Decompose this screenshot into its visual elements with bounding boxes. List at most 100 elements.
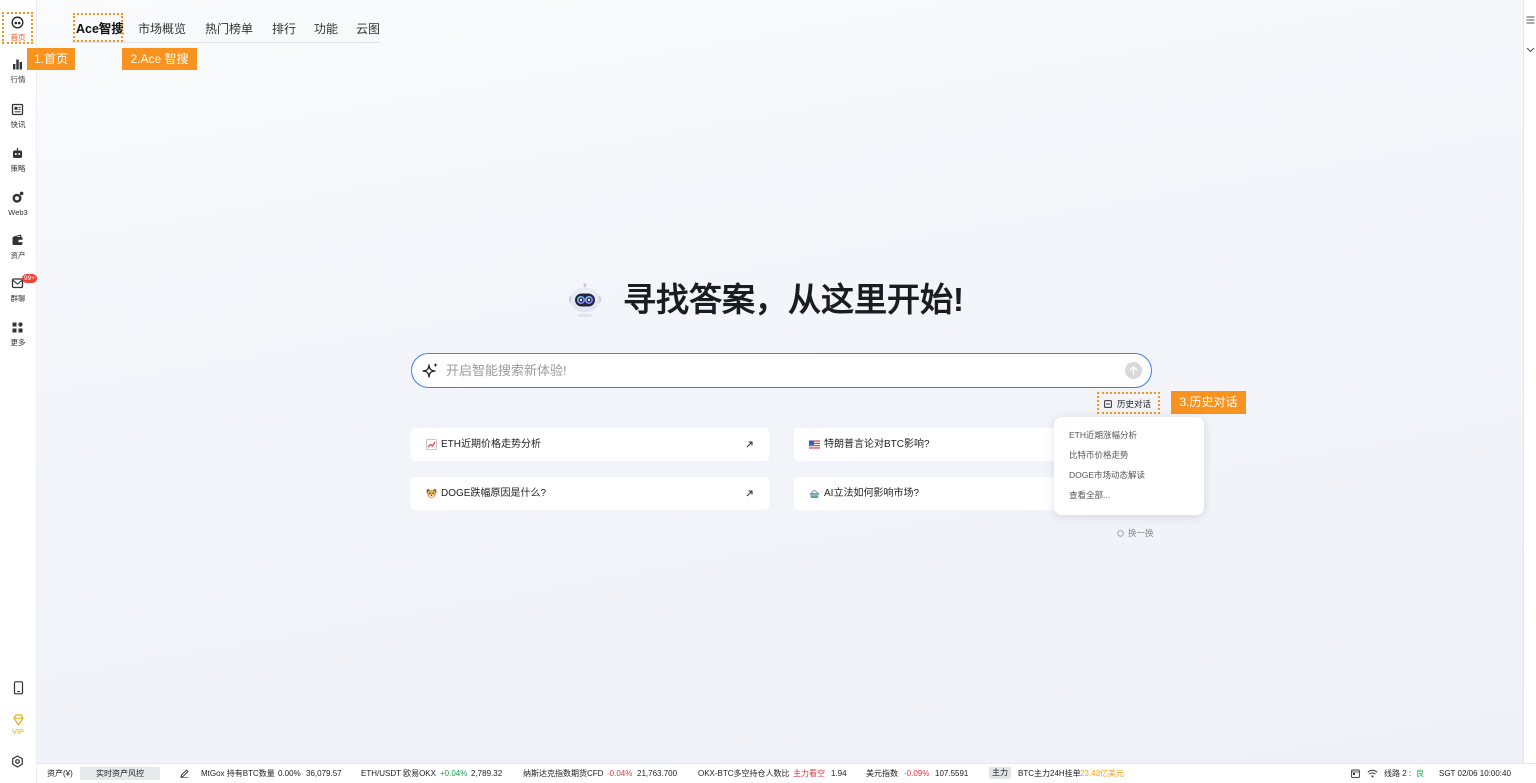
ticker-change: -0.09% [904, 769, 930, 778]
web3-icon [12, 191, 24, 203]
edit-pencil-icon[interactable] [180, 769, 189, 778]
vip-button[interactable]: VIP [0, 713, 36, 738]
history-view-all[interactable]: 查看全部... [1054, 485, 1204, 505]
ticker-value: 36,079.57 [306, 769, 342, 778]
ticker-name[interactable]: 纳斯达克指数期货CFD [523, 764, 603, 783]
search-input[interactable] [446, 354, 1116, 387]
tab-cloud-map[interactable]: 云图 [356, 21, 380, 37]
suggestion-card[interactable]: DOGE跌幅原因是什么? [411, 477, 769, 510]
calendar-icon[interactable] [1351, 769, 1360, 778]
sidebar-item-group-chat[interactable]: 99+ 群聊 [0, 274, 38, 309]
vip-label: VIP [11, 727, 25, 736]
history-item[interactable]: 比特币价格走势 [1054, 445, 1204, 465]
history-icon [1104, 400, 1112, 408]
sidebar-item-label: 资产 [10, 251, 26, 260]
settings-gear-icon [12, 755, 23, 768]
risk-control-button[interactable]: 实时资产风控 [80, 767, 160, 780]
vip-diamond-icon [13, 714, 24, 726]
history-item[interactable]: DOGE市场动态解读 [1054, 465, 1204, 485]
ticker-change: 主力看空 [793, 769, 825, 778]
main-force-badge: 主力 [989, 767, 1011, 779]
sidebar-item-news[interactable]: 快讯 [0, 101, 36, 135]
sidebar: 首页 行情 快讯 策略 Web3 资产 99+ 群聊 更多 VIP [0, 0, 38, 783]
ticker-change: +0.04% [440, 769, 468, 778]
suggestion-text: 特朗普言论对BTC影响? [824, 439, 930, 450]
main-force-label[interactable]: BTC主力24H挂单 [1018, 764, 1081, 783]
right-edge-strip [1523, 0, 1536, 763]
menu-icon[interactable] [1526, 16, 1535, 24]
tabs-divider [72, 42, 380, 43]
chevron-down-icon[interactable] [1526, 47, 1535, 53]
sidebar-item-label: Web3 [8, 208, 28, 217]
hero-title: 寻找答案，从这里开始! [623, 281, 964, 318]
history-button-label: 历史对话 [1117, 399, 1152, 409]
arrow-up-right-icon [746, 441, 753, 448]
sidebar-item-label: 首页 [10, 33, 26, 42]
tab-features[interactable]: 功能 [314, 21, 338, 37]
line-label[interactable]: 线路 2 : [1384, 764, 1411, 783]
tab-ranking[interactable]: 排行 [272, 21, 296, 37]
clock: SGT 02/06 10:00:40 [1439, 769, 1511, 778]
ticker-value: 21,763.700 [637, 769, 678, 778]
news-icon [11, 103, 24, 116]
sidebar-item-more[interactable]: 更多 [0, 319, 36, 353]
basket-icon [809, 490, 820, 498]
assets-label[interactable]: 资产(¥) [47, 764, 73, 783]
arrow-up-right-icon [746, 490, 753, 497]
main-force-value: 23.43亿美元 [1080, 769, 1125, 778]
sparkle-icon [422, 362, 438, 378]
sidebar-item-label: 快讯 [10, 120, 26, 129]
refresh-label: 换一换 [1128, 528, 1154, 538]
sidebar-item-label: 更多 [10, 338, 26, 347]
sidebar-item-strategy[interactable]: 策略 [0, 145, 36, 179]
line-quality: 良 [1416, 769, 1424, 778]
ticker-change: -0.04% [607, 769, 633, 778]
suggestion-text: AI立法如何影响市场? [824, 488, 920, 499]
phone-icon [13, 681, 24, 695]
sidebar-item-label: 行情 [10, 75, 26, 84]
ticker-value: 2,789.32 [471, 769, 503, 778]
search-box[interactable] [411, 353, 1152, 388]
annotation-ace-search: 2.Ace 智搜 [122, 48, 197, 70]
grid-icon [12, 322, 23, 333]
wallet-icon [12, 234, 23, 245]
search-submit-button[interactable] [1125, 362, 1142, 379]
robot-icon [13, 148, 22, 158]
us-flag-icon [809, 440, 820, 449]
sidebar-item-home[interactable]: 首页 [0, 14, 36, 48]
ticker-value: 1.94 [831, 769, 847, 778]
sidebar-item-assets[interactable]: 资产 [0, 232, 36, 266]
history-popup: ETH近期涨幅分析 比特币价格走势 DOGE市场动态解读 查看全部... [1054, 417, 1204, 515]
settings-button[interactable] [0, 755, 36, 768]
refresh-suggestions-button[interactable]: 换一换 [1117, 527, 1154, 539]
annotation-history: 3.历史对话 [1171, 391, 1246, 414]
sidebar-item-web3[interactable]: Web3 [0, 189, 36, 223]
tab-hot-lists[interactable]: 热门榜单 [205, 21, 253, 37]
dog-face-icon [426, 488, 437, 499]
suggestion-text: ETH近期价格走势分析 [441, 439, 541, 450]
bar-chart-icon [13, 59, 22, 70]
status-bar: 资产(¥) 实时资产风控 MtGox 持有BTC数量 0.00% 36,079.… [0, 763, 1536, 783]
annotation-home: 1.首页 [27, 48, 75, 70]
unread-badge: 99+ [22, 274, 38, 283]
ticker-change: 0.00% [278, 769, 301, 778]
wifi-icon [1367, 769, 1378, 778]
ai-robot-icon [568, 283, 602, 318]
chart-increasing-icon [426, 439, 437, 450]
sidebar-item-label: 群聊 [10, 294, 26, 303]
ticker-value: 107.5591 [935, 769, 969, 778]
suggestion-card[interactable]: ETH近期价格走势分析 [411, 428, 769, 461]
ticker-name[interactable]: OKX-BTC多空持仓人数比 [698, 764, 790, 783]
tab-market-overview[interactable]: 市场概览 [138, 21, 186, 37]
ticker-name[interactable]: ETH/USDT 欧易OKX [361, 764, 436, 783]
home-logo-icon [11, 16, 24, 29]
ticker-name[interactable]: MtGox 持有BTC数量 [201, 764, 275, 783]
ticker-name[interactable]: 美元指数 [866, 764, 898, 783]
sidebar-item-label: 策略 [10, 164, 26, 173]
mobile-button[interactable] [0, 681, 36, 696]
tab-ace-search[interactable]: Ace智搜 [76, 21, 124, 37]
arrow-up-icon [1129, 366, 1138, 376]
history-button[interactable]: 历史对话 [1104, 398, 1151, 410]
history-item[interactable]: ETH近期涨幅分析 [1054, 425, 1204, 445]
refresh-icon [1117, 529, 1124, 537]
